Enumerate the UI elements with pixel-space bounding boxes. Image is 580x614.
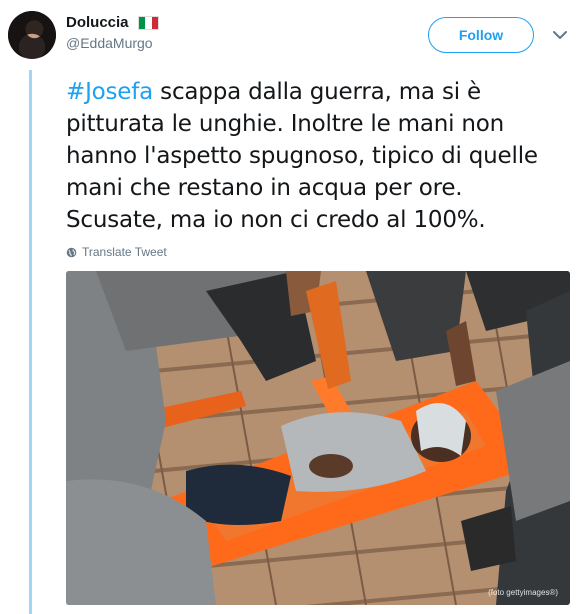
rescue-scene-image	[66, 271, 570, 605]
tweet-text: #Josefa scappa dalla guerra, ma si è pit…	[66, 76, 566, 236]
user-handle[interactable]: @EddaMurgo	[66, 35, 159, 51]
user-info: Doluccia @EddaMurgo	[66, 14, 159, 51]
avatar[interactable]	[8, 11, 56, 59]
follow-button[interactable]: Follow	[428, 17, 534, 53]
thread-connector-line	[29, 70, 32, 614]
photo-credit: (foto gettyimages®)	[488, 588, 558, 597]
tweet-photo[interactable]: (foto gettyimages®)	[66, 271, 570, 605]
translate-label: Translate Tweet	[82, 245, 167, 259]
hashtag-link[interactable]: #Josefa	[66, 79, 153, 105]
italy-flag-icon	[137, 16, 159, 30]
avatar-photo	[8, 11, 56, 59]
display-name[interactable]: Doluccia	[66, 14, 129, 31]
chevron-down-icon[interactable]	[553, 30, 567, 40]
globe-icon	[66, 247, 77, 257]
translate-tweet-link[interactable]: Translate Tweet	[66, 245, 167, 259]
